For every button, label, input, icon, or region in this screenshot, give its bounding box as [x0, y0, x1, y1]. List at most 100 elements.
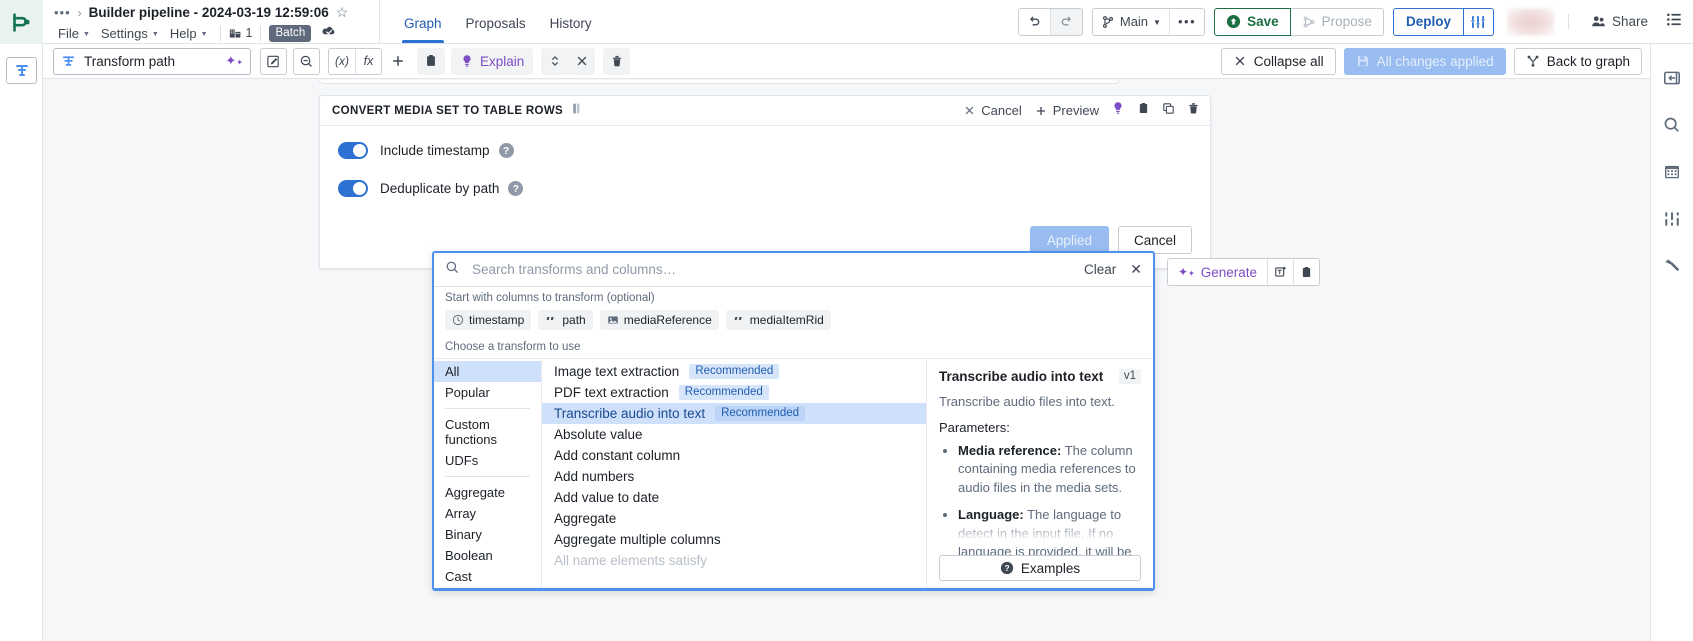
add-button[interactable] — [384, 48, 411, 75]
tab-history[interactable]: History — [538, 0, 604, 43]
zoom-search-icon — [300, 55, 312, 67]
tab-proposals[interactable]: Proposals — [454, 0, 538, 43]
sliders-icon[interactable] — [1658, 207, 1686, 231]
clear-button[interactable]: Clear — [1084, 262, 1116, 277]
expression-button[interactable]: (x) — [329, 49, 355, 74]
category-popular[interactable]: Popular — [434, 382, 541, 403]
transform-path-selector[interactable]: Transform path ✦✦ — [53, 47, 251, 75]
transform-item[interactable]: Aggregate multiple columns — [542, 529, 926, 550]
card-lightbulb-button[interactable] — [1111, 101, 1125, 120]
transform-item[interactable]: Add value to date — [542, 487, 926, 508]
branch-more-button[interactable]: ••• — [1168, 8, 1205, 35]
expand-collapse-button[interactable] — [541, 47, 569, 75]
column-chip-mediaitemrid[interactable]: mediaItemRid — [725, 310, 831, 330]
copy-icon — [1163, 102, 1174, 114]
new-text-column-button[interactable] — [1267, 259, 1293, 285]
category-cast[interactable]: Cast — [434, 566, 541, 587]
menu-help[interactable]: Help ▼ — [166, 25, 212, 42]
card-cancel-label: Cancel — [981, 103, 1022, 118]
function-button[interactable]: fx — [355, 48, 381, 74]
deduplicate-by-path-toggle[interactable] — [338, 180, 368, 197]
redo-button[interactable] — [1049, 8, 1082, 35]
transform-item[interactable]: Add numbers — [542, 466, 926, 487]
share-button[interactable]: Share — [1591, 14, 1648, 29]
category-array[interactable]: Array — [434, 503, 541, 524]
close-x-icon — [965, 106, 974, 115]
branch-selector[interactable]: Main ▼ — [1092, 8, 1169, 35]
card-cancel-button[interactable]: Cancel — [963, 103, 1022, 118]
explain-button[interactable]: Explain — [451, 47, 534, 75]
chevron-down-icon: ▼ — [82, 30, 90, 38]
close-icon[interactable]: ✕ — [1130, 261, 1142, 278]
transform-item[interactable]: All name elements satisfy — [542, 550, 926, 571]
breadcrumb-separator: › — [77, 5, 82, 20]
app-logo-icon[interactable] — [0, 0, 43, 44]
card-preview-button[interactable]: Preview — [1034, 103, 1099, 118]
category-udfs[interactable]: UDFs — [434, 450, 541, 471]
paste-button[interactable] — [417, 47, 445, 75]
undo-button[interactable] — [1018, 8, 1050, 35]
popover-bottom-edge — [434, 588, 1153, 589]
transform-item[interactable]: PDF text extraction Recommended — [542, 382, 926, 403]
deploy-button[interactable]: Deploy — [1392, 7, 1464, 36]
examples-button[interactable]: ? Examples — [939, 555, 1141, 581]
column-chip-timestamp[interactable]: timestamp — [445, 310, 532, 330]
search-icon — [445, 260, 460, 280]
card-clipboard-button[interactable] — [1137, 102, 1150, 120]
star-icon[interactable]: ☆ — [336, 4, 349, 21]
search-icon[interactable] — [1658, 113, 1686, 137]
close-button[interactable] — [568, 47, 596, 75]
recommended-badge: Recommended — [715, 406, 806, 421]
category-aggregate[interactable]: Aggregate — [434, 482, 541, 503]
mode-badge[interactable]: Batch — [269, 24, 312, 42]
avatar[interactable] — [1506, 7, 1554, 36]
help-icon[interactable]: ? — [498, 143, 514, 158]
people-icon — [1592, 16, 1605, 27]
tab-graph[interactable]: Graph — [392, 0, 454, 43]
category-custom-functions[interactable]: Custom functions — [434, 414, 541, 450]
delete-button[interactable] — [603, 47, 631, 75]
transform-item-selected[interactable]: Transcribe audio into text Recommended — [542, 403, 926, 424]
page-title: Builder pipeline - 2024-03-19 12:59:06 — [88, 5, 329, 20]
transform-item[interactable]: Add constant column — [542, 445, 926, 466]
category-boolean[interactable]: Boolean — [434, 545, 541, 566]
category-all[interactable]: All — [434, 361, 541, 382]
column-chip-mediareference[interactable]: mediaReference — [599, 310, 719, 330]
card-trash-button[interactable] — [1187, 102, 1200, 120]
menu-file[interactable]: File ▼ — [54, 25, 94, 42]
tab-proposals-label: Proposals — [465, 16, 526, 31]
generate-button[interactable]: ✦✦ Generate — [1168, 259, 1267, 285]
applied-button[interactable]: Applied — [1029, 226, 1109, 254]
help-icon[interactable]: ? — [508, 181, 524, 196]
collapse-all-button[interactable]: Collapse all — [1220, 47, 1336, 75]
transform-item[interactable]: Absolute value — [542, 424, 926, 445]
propose-button[interactable]: Propose — [1290, 7, 1384, 36]
search-input[interactable] — [470, 261, 1074, 278]
panel-expand-icon[interactable] — [1658, 66, 1686, 90]
left-rail — [0, 0, 43, 641]
deploy-settings-button[interactable] — [1463, 7, 1494, 36]
detail-header: Transcribe audio into text v1 — [939, 369, 1141, 384]
column-chip-label: timestamp — [469, 313, 525, 327]
card-copy-button[interactable] — [1162, 102, 1175, 120]
category-binary[interactable]: Binary — [434, 524, 541, 545]
calendar-icon[interactable] — [1658, 160, 1686, 184]
copy-clipboard-button[interactable] — [1293, 259, 1319, 285]
branch-count[interactable]: 1 — [229, 26, 252, 40]
back-to-graph-button[interactable]: Back to graph — [1513, 47, 1642, 75]
cancel-button[interactable]: Cancel — [1117, 226, 1192, 254]
breadcrumb-overflow-button[interactable]: ••• — [54, 6, 71, 19]
save-button[interactable]: Save — [1214, 7, 1291, 36]
transform-item[interactable]: Image text extraction Recommended — [542, 361, 926, 382]
column-chip-path[interactable]: path — [538, 310, 593, 330]
sparkles-icon[interactable]: ✦✦ — [225, 53, 243, 69]
transform-item[interactable]: Aggregate — [542, 508, 926, 529]
edit-button[interactable] — [260, 47, 287, 75]
hammer-icon[interactable] — [1658, 254, 1686, 278]
app-menu-button[interactable] — [1666, 11, 1683, 33]
menu-settings[interactable]: Settings ▼ — [97, 25, 163, 42]
zoom-button[interactable] — [293, 47, 320, 75]
include-timestamp-toggle[interactable] — [338, 142, 368, 159]
app-header: ••• › Builder pipeline - 2024-03-19 12:5… — [43, 0, 1693, 44]
transform-path-rail-button[interactable] — [6, 57, 37, 84]
